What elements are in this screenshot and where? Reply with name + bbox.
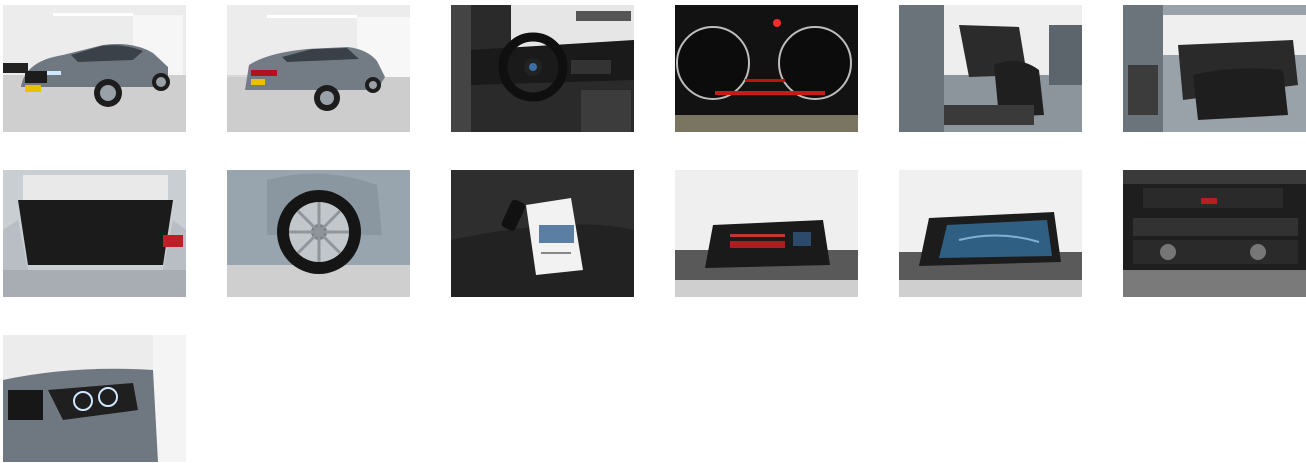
center-console-image bbox=[1123, 170, 1306, 297]
thumbnail-headlight[interactable] bbox=[3, 335, 186, 462]
car-rear-left-image bbox=[227, 5, 410, 132]
thumbnail-steering-wheel[interactable] bbox=[451, 5, 634, 132]
thumbnail-center-console[interactable] bbox=[1123, 170, 1306, 297]
instrument-cluster-image bbox=[675, 5, 858, 132]
thumbnail-rear-door-open[interactable] bbox=[1123, 5, 1306, 132]
steering-wheel-image bbox=[451, 5, 634, 132]
car-front-left-image bbox=[3, 5, 186, 132]
front-door-open-image bbox=[899, 5, 1082, 132]
infotainment-map-image bbox=[899, 170, 1082, 297]
thumbnail-keys-manual[interactable] bbox=[451, 170, 634, 297]
photo-gallery bbox=[0, 0, 1306, 463]
thumbnail-infotainment-menu[interactable] bbox=[675, 170, 858, 297]
thumbnail-instrument-cluster[interactable] bbox=[675, 5, 858, 132]
keys-manual-image bbox=[451, 170, 634, 297]
open-trunk-image bbox=[3, 170, 186, 297]
thumbnail-car-front-left[interactable] bbox=[3, 5, 186, 132]
rear-door-open-image bbox=[1123, 5, 1306, 132]
thumbnail-front-door-open[interactable] bbox=[899, 5, 1082, 132]
thumbnail-car-rear-left[interactable] bbox=[227, 5, 410, 132]
headlight-image bbox=[3, 335, 186, 462]
thumbnail-open-trunk[interactable] bbox=[3, 170, 186, 297]
infotainment-menu-image bbox=[675, 170, 858, 297]
thumbnail-infotainment-map[interactable] bbox=[899, 170, 1082, 297]
thumbnail-wheel[interactable] bbox=[227, 170, 410, 297]
wheel-image bbox=[227, 170, 410, 297]
